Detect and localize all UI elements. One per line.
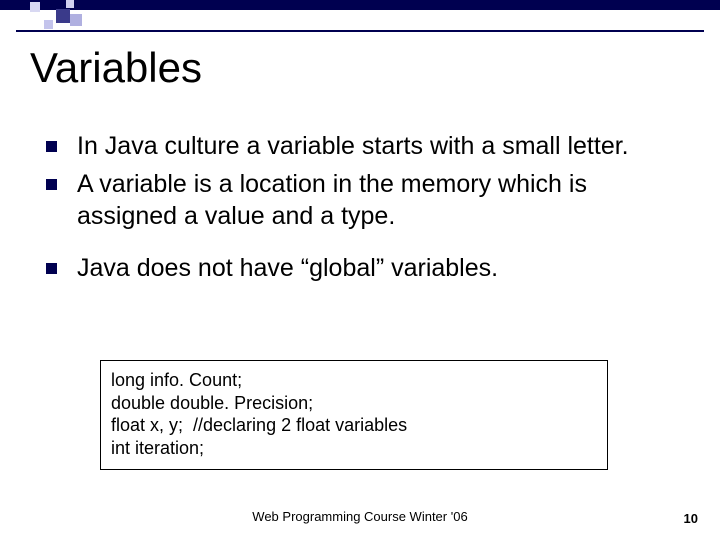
page-number: 10: [684, 511, 698, 526]
deco-square: [70, 14, 82, 26]
bullet-text: Java does not have “global” variables.: [77, 252, 686, 284]
bullet-list: In Java culture a variable starts with a…: [46, 130, 686, 290]
code-line: int iteration;: [111, 437, 597, 460]
bullet-text: A variable is a location in the memory w…: [77, 168, 686, 232]
deco-square: [30, 2, 40, 12]
square-bullet-icon: [46, 179, 57, 190]
footer-text: Web Programming Course Winter '06: [0, 509, 720, 524]
horizontal-rule: [16, 30, 704, 32]
deco-square: [66, 0, 74, 8]
code-line: double double. Precision;: [111, 392, 597, 415]
square-bullet-icon: [46, 263, 57, 274]
list-item: A variable is a location in the memory w…: [46, 168, 686, 232]
slide-title: Variables: [30, 44, 202, 92]
square-bullet-icon: [46, 141, 57, 152]
list-item: Java does not have “global” variables.: [46, 252, 686, 284]
deco-square: [44, 20, 53, 29]
deco-square: [56, 9, 70, 23]
code-line: float x, y; //declaring 2 float variable…: [111, 414, 597, 437]
list-item: In Java culture a variable starts with a…: [46, 130, 686, 162]
corner-decoration: [16, 0, 116, 34]
code-example-box: long info. Count; double double. Precisi…: [100, 360, 608, 470]
code-line: long info. Count;: [111, 369, 597, 392]
bullet-text: In Java culture a variable starts with a…: [77, 130, 686, 162]
